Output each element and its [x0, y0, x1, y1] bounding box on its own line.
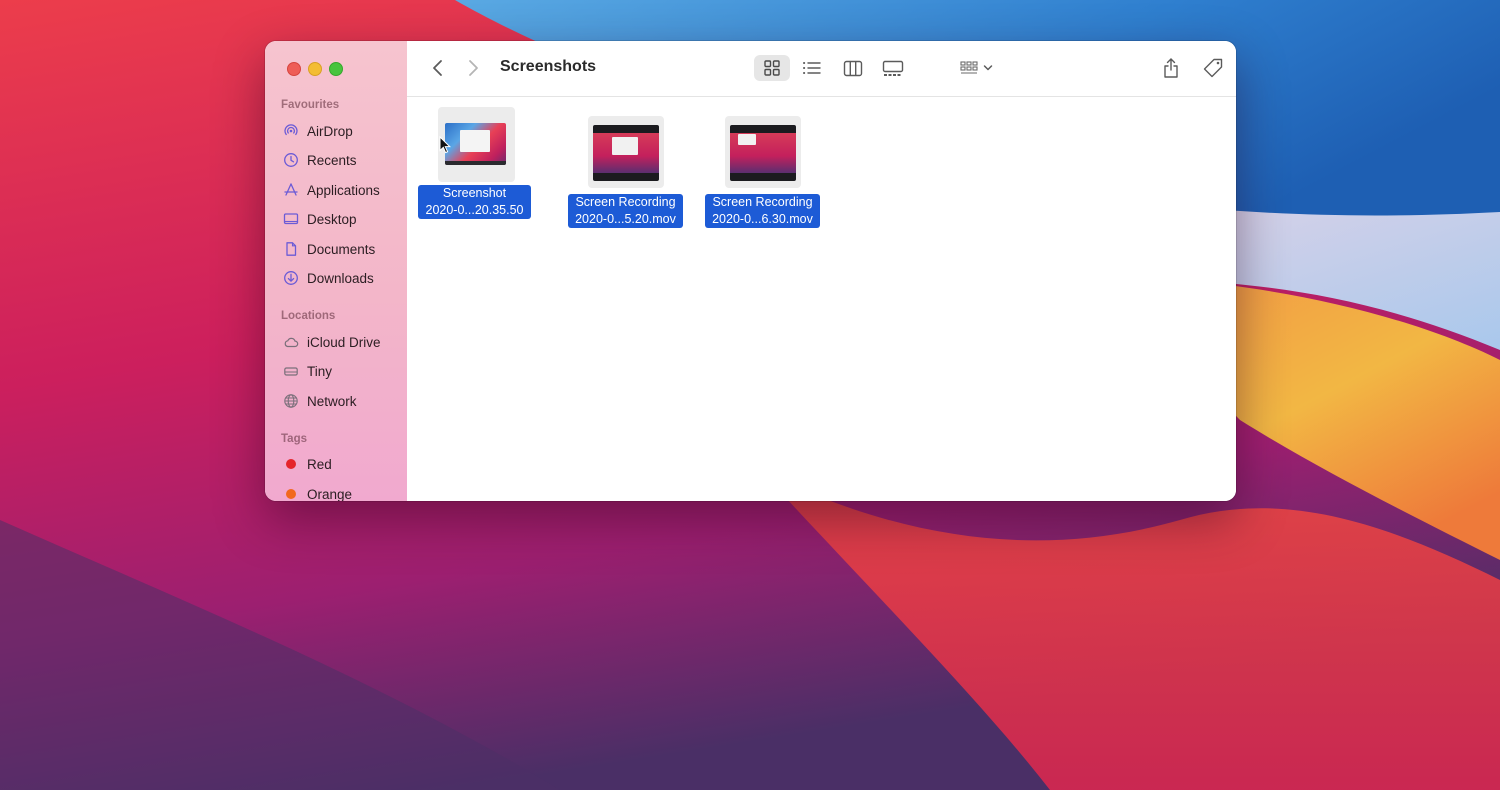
- file-name-line1: Screen Recording: [712, 195, 813, 209]
- icon-view-button[interactable]: [754, 55, 790, 81]
- sidebar-item-label: Desktop: [307, 211, 357, 227]
- finder-window: Favourites AirDrop Recents Applications …: [265, 41, 1236, 501]
- sidebar-item-downloads[interactable]: Downloads: [282, 267, 402, 289]
- file-name-line1: Screen Recording: [575, 195, 676, 209]
- window-title: Screenshots: [500, 58, 597, 75]
- sidebar-item-label: Applications: [307, 182, 380, 198]
- sidebar-item-label: AirDrop: [307, 123, 353, 139]
- tags-header: Tags: [281, 433, 307, 445]
- airdrop-icon: [282, 122, 300, 140]
- file-name-line2: 2020-0...20.35.50: [425, 203, 524, 217]
- group-grid-icon: [960, 61, 978, 74]
- sidebar-item-tag-orange[interactable]: Orange: [282, 483, 402, 501]
- file-name-label: Screen Recording 2020-0...5.20.mov: [568, 194, 683, 228]
- share-button[interactable]: [1159, 55, 1183, 81]
- forward-button[interactable]: [462, 55, 484, 81]
- globe-icon: [282, 392, 300, 410]
- favourites-header: Favourites: [281, 99, 340, 111]
- sidebar-item-label: Tiny: [307, 363, 333, 379]
- sidebar-item-label: Downloads: [307, 270, 374, 286]
- sidebar-item-recents[interactable]: Recents: [282, 149, 402, 171]
- video-preview: [730, 125, 796, 181]
- file-name-label: Screenshot 2020-0...20.35.50: [418, 185, 531, 219]
- gallery-icon: [882, 60, 904, 76]
- columns-icon: [843, 60, 863, 76]
- column-view-button[interactable]: [837, 55, 869, 81]
- sidebar-item-desktop[interactable]: Desktop: [282, 208, 402, 230]
- sidebar-item-tiny[interactable]: Tiny: [282, 360, 402, 382]
- share-icon: [1164, 58, 1178, 78]
- sidebar-item-documents[interactable]: Documents: [282, 238, 402, 260]
- sidebar-item-applications[interactable]: Applications: [282, 179, 402, 201]
- file-name-label: Screen Recording 2020-0...6.30.mov: [705, 194, 820, 228]
- tag-color-dot: [282, 455, 300, 473]
- group-by-button[interactable]: [955, 55, 997, 81]
- document-icon: [282, 240, 300, 258]
- sidebar-item-airdrop[interactable]: AirDrop: [282, 120, 402, 142]
- chevron-right-icon: [469, 60, 478, 76]
- tag-color-dot: [282, 485, 300, 501]
- sidebar-item-tag-red[interactable]: Red: [282, 453, 402, 475]
- sidebar-item-label: iCloud Drive: [307, 334, 381, 350]
- locations-header: Locations: [281, 310, 336, 322]
- sidebar-item-icloud-drive[interactable]: iCloud Drive: [282, 331, 402, 353]
- sidebar: Favourites AirDrop Recents Applications …: [265, 41, 408, 501]
- file-area: Screenshot 2020-0...20.35.50 Screen Reco…: [407, 97, 1236, 501]
- close-button[interactable]: [287, 62, 301, 76]
- gallery-view-button[interactable]: [876, 55, 910, 81]
- tags-button[interactable]: [1201, 55, 1225, 81]
- back-button[interactable]: [427, 55, 449, 81]
- grid-icon: [764, 60, 780, 76]
- desktop-icon: [282, 210, 300, 228]
- sidebar-item-label: Orange: [307, 486, 353, 502]
- sidebar-item-label: Recents: [307, 152, 357, 168]
- tag-icon: [1203, 58, 1223, 78]
- minimize-button[interactable]: [308, 62, 322, 76]
- list-view-button[interactable]: [796, 55, 828, 81]
- zoom-button[interactable]: [329, 62, 343, 76]
- sidebar-item-label: Red: [307, 456, 332, 472]
- chevron-down-icon: [983, 65, 993, 71]
- cloud-icon: [282, 333, 300, 351]
- file-name-line2: 2020-0...5.20.mov: [575, 212, 676, 226]
- file-name-line1: Screenshot: [442, 186, 507, 200]
- image-preview: [445, 123, 506, 165]
- clock-icon: [282, 151, 300, 169]
- list-icon: [803, 62, 821, 74]
- sidebar-item-label: Network: [307, 393, 357, 409]
- drive-icon: [282, 362, 300, 380]
- sidebar-item-network[interactable]: Network: [282, 390, 402, 412]
- video-preview: [593, 125, 659, 181]
- file-name-line2: 2020-0...6.30.mov: [712, 212, 813, 226]
- toolbar: Screenshots: [407, 41, 1236, 97]
- mouse-pointer-icon: [439, 136, 451, 154]
- applications-icon: [282, 181, 300, 199]
- chevron-left-icon: [433, 60, 442, 76]
- download-icon: [282, 269, 300, 287]
- sidebar-item-label: Documents: [307, 241, 376, 257]
